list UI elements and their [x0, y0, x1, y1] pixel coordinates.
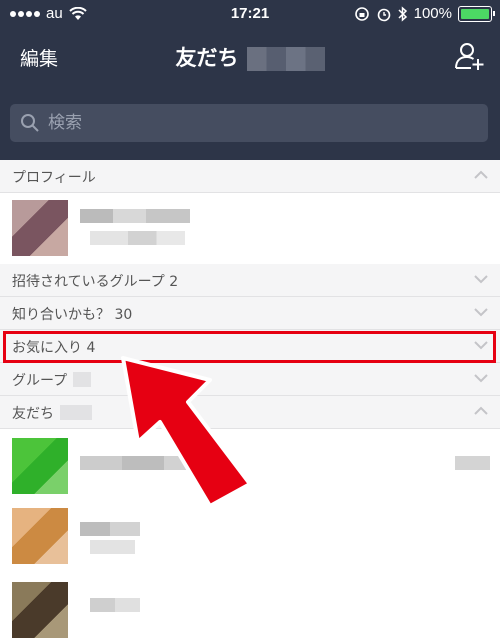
avatar[interactable]	[12, 508, 68, 564]
redacted-status	[90, 540, 135, 554]
status-right: 100%	[354, 5, 495, 22]
page-title-text: 友だち	[175, 46, 239, 70]
section-friends-label: 友だち	[12, 406, 54, 422]
redacted-count	[246, 47, 325, 71]
redacted-name	[80, 522, 140, 536]
status-bar: au 17:21 100%	[0, 0, 500, 28]
search-area	[0, 88, 500, 160]
chevron-up-icon[interactable]	[474, 170, 488, 180]
chevron-down-icon[interactable]	[474, 274, 488, 284]
section-suggested[interactable]: 知り合いかも？ 30	[0, 297, 500, 330]
redacted-count	[73, 372, 91, 387]
rotation-lock-icon	[354, 6, 369, 21]
search-bar[interactable]	[10, 104, 488, 142]
avatar[interactable]	[12, 200, 68, 256]
add-friend-icon[interactable]	[454, 40, 486, 72]
avatar[interactable]	[12, 438, 68, 494]
section-suggested-label: 知り合いかも？ 30	[12, 307, 133, 323]
section-invited-groups-label: 招待されているグループ 2	[12, 274, 179, 290]
friend-row[interactable]	[0, 502, 500, 574]
alarm-icon	[377, 8, 390, 21]
search-input[interactable]	[46, 112, 450, 134]
nav-header: 編集 友だち	[0, 28, 500, 88]
search-icon	[21, 114, 39, 132]
avatar[interactable]	[12, 582, 68, 638]
page-title: 友だち	[0, 42, 500, 72]
profile-row[interactable]	[0, 193, 500, 265]
pointer-arrow-icon	[121, 356, 252, 508]
bluetooth-icon	[398, 5, 407, 22]
section-profile[interactable]: プロフィール	[0, 160, 500, 193]
section-groups-label: グループ	[12, 373, 68, 389]
section-profile-label: プロフィール	[12, 170, 96, 186]
section-invited-groups[interactable]: 招待されているグループ 2	[0, 264, 500, 297]
redacted-name	[90, 598, 140, 612]
chevron-down-icon[interactable]	[474, 307, 488, 317]
redacted-name	[80, 209, 190, 223]
battery-fill	[461, 8, 489, 19]
friend-row[interactable]	[0, 574, 500, 638]
chevron-up-icon[interactable]	[474, 406, 488, 416]
chevron-down-icon[interactable]	[474, 373, 488, 383]
redacted-count	[60, 405, 92, 420]
redacted-status	[455, 456, 490, 470]
redacted-status	[90, 231, 185, 245]
battery-icon	[458, 5, 495, 22]
battery-percent: 100%	[413, 5, 452, 22]
